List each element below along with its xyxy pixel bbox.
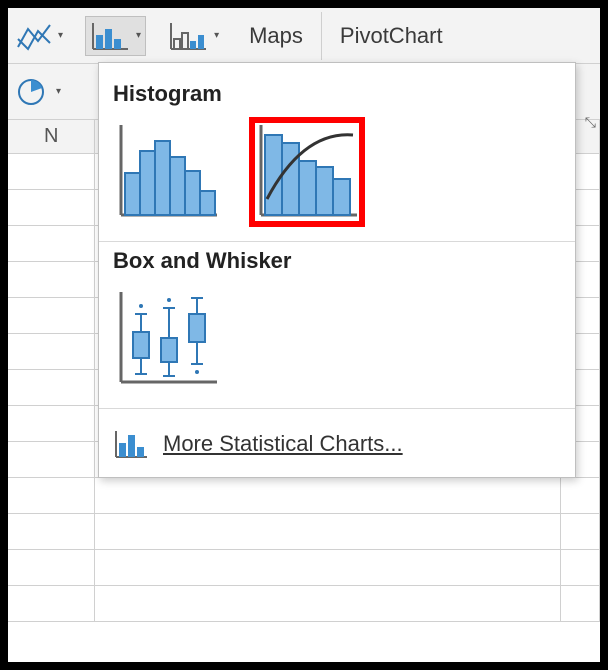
cell[interactable]	[8, 406, 95, 441]
more-statistical-charts[interactable]: More Statistical Charts...	[113, 415, 561, 471]
cell[interactable]	[8, 334, 95, 369]
boxwhisker-thumb-icon	[113, 288, 221, 390]
cell[interactable]	[561, 478, 600, 513]
cell[interactable]	[8, 262, 95, 297]
cell[interactable]	[8, 586, 95, 621]
separator	[99, 241, 575, 242]
chevron-down-icon: ▾	[136, 30, 141, 41]
column-header-n[interactable]: N	[8, 120, 95, 153]
cell[interactable]	[561, 586, 600, 621]
cell[interactable]	[95, 550, 561, 585]
separator	[321, 12, 322, 60]
separator	[99, 408, 575, 409]
cell[interactable]	[95, 586, 561, 621]
cell[interactable]	[8, 226, 95, 261]
histogram-thumbs	[113, 121, 561, 223]
cell[interactable]	[95, 514, 561, 549]
combo-chart-button[interactable]: ▾	[164, 16, 223, 56]
cell[interactable]	[8, 154, 95, 189]
statistical-chart-button[interactable]: ▾	[85, 16, 146, 56]
cell[interactable]	[8, 190, 95, 225]
grid-row	[8, 514, 600, 550]
scatter-chart-button[interactable]: ▾	[12, 16, 67, 56]
chart-type-dropdown: Histogram	[98, 62, 576, 478]
histogram-icon	[113, 429, 149, 459]
ribbon-row-1: ▾ ▾ ▾ Maps Piv	[8, 8, 600, 64]
scatter-icon	[16, 21, 52, 51]
grid-row	[8, 478, 600, 514]
cell[interactable]	[8, 442, 95, 477]
pie-chart-button[interactable]: ▾	[12, 72, 65, 112]
pivotchart-button[interactable]: PivotChart	[332, 23, 451, 49]
maps-button[interactable]: Maps	[241, 23, 311, 49]
chevron-down-icon: ▾	[56, 86, 61, 97]
cell[interactable]	[8, 370, 95, 405]
grid-row	[8, 586, 600, 622]
histogram-section-title: Histogram	[113, 81, 561, 107]
cell[interactable]	[8, 550, 95, 585]
cell[interactable]	[8, 478, 95, 513]
histogram-thumb[interactable]	[113, 121, 221, 223]
boxwhisker-section-title: Box and Whisker	[113, 248, 561, 274]
dialog-launcher-icon[interactable]: ⤡	[585, 114, 596, 131]
cell[interactable]	[8, 298, 95, 333]
cell[interactable]	[561, 550, 600, 585]
pareto-thumb-icon	[253, 121, 361, 223]
boxwhisker-thumbs	[113, 288, 561, 390]
more-statistical-charts-label: More Statistical Charts...	[163, 431, 403, 457]
cell[interactable]	[95, 478, 561, 513]
histogram-thumb-icon	[113, 121, 221, 223]
histogram-icon	[90, 21, 130, 51]
boxwhisker-thumb[interactable]	[113, 288, 221, 390]
chevron-down-icon: ▾	[214, 30, 219, 41]
chevron-down-icon: ▾	[58, 30, 63, 41]
grid-row	[8, 550, 600, 586]
cell[interactable]	[8, 514, 95, 549]
pareto-thumb[interactable]	[253, 121, 361, 223]
pie-icon	[16, 77, 50, 107]
cell[interactable]	[561, 514, 600, 549]
combo-chart-icon	[168, 21, 208, 51]
